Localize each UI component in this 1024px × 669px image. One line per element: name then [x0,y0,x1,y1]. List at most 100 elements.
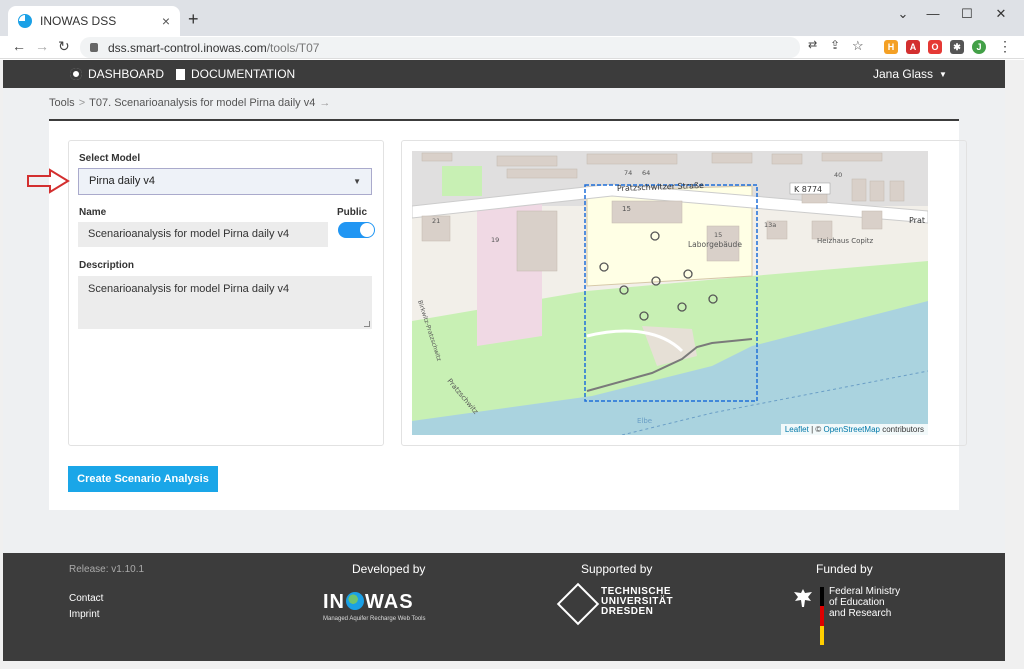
bmbf-line-1: Federal Ministry [829,586,901,597]
map-attribution: Leaflet | © OpenStreetMap contributors [780,424,928,435]
model-select[interactable]: Pirna daily v4 ▼ [78,168,372,195]
river-label-elbe: Elbe [637,417,652,425]
lock-icon [90,43,98,52]
contact-link[interactable]: Contact [69,593,103,604]
app-navbar: DASHBOARD DOCUMENTATION Jana Glass ▼ [3,60,1005,88]
leaflet-link[interactable]: Leaflet [785,425,809,434]
breadcrumb-separator-icon: > [78,97,86,109]
imprint-link[interactable]: Imprint [69,609,100,620]
forward-arrow-icon[interactable]: → [35,38,49,54]
caret-down-icon: ▼ [939,69,947,79]
nav-dashboard-label: DASHBOARD [88,67,165,81]
attribution-rest: contributors [879,425,924,434]
footer: Release: v1.10.1 Contact Imprint Develop… [3,553,1005,661]
house-number: 15 [622,205,631,213]
window-frame-left [0,60,3,669]
breadcrumb-arrow-icon: → [319,97,331,109]
public-toggle[interactable] [338,222,375,238]
tu-dresden-logo-text: TECHNISCHE UNIVERSITÄT DRESDEN [601,587,673,617]
globe-icon [346,592,364,610]
resize-handle-icon[interactable] [364,321,370,327]
public-label: Public [337,207,368,218]
url-field[interactable]: dss.smart-control.inowas.com/tools/T07 [80,37,800,58]
window-frame-right [1005,60,1024,669]
page-content: Tools > T07. Scenarioanalysis for model Pi… [3,88,1005,553]
building-label-heizhaus: Heizhaus Copitz [817,237,874,245]
map-panel: Pratzschwitzer Straße K 8774 Prat Birkwi… [401,140,967,446]
maximize-button[interactable]: ☐ [952,6,982,22]
gears-icon [70,68,82,80]
osm-link[interactable]: OpenStreetMap [823,425,879,434]
tu-dresden-logo-icon [556,582,600,626]
tab-search-chevron-icon[interactable]: ⌄ [888,6,918,22]
osm-map[interactable]: Pratzschwitzer Straße K 8774 Prat Birkwi… [412,151,928,435]
translate-icon[interactable]: ⇄ [808,38,817,51]
tab-inowas[interactable]: INOWAS DSS × [8,6,180,36]
attribution-separator: | © [808,425,824,434]
new-tab-button[interactable]: + [188,9,199,30]
url-host: dss.smart-control.inowas.com [108,40,267,55]
map-svg: Pratzschwitzer Straße K 8774 Prat Birkwi… [412,151,928,435]
select-model-label: Select Model [79,153,141,164]
reload-icon[interactable]: ↻ [58,38,70,55]
breadcrumb: Tools > T07. Scenarioanalysis for model Pi… [49,97,334,109]
address-bar-row: ← → ↻ dss.smart-control.inowas.com/tools… [0,36,1024,59]
document-icon [176,68,185,80]
minimize-button[interactable]: — [918,6,948,21]
house-number: 21 [432,217,440,225]
house-number: 19 [491,236,499,244]
inowas-tagline: Managed Aquifer Recharge Web Tools [323,616,426,622]
house-number: 13a [764,221,776,229]
house-number: 74 [624,169,632,177]
back-arrow-icon[interactable]: ← [12,38,26,54]
selected-model-value: Pirna daily v4 [89,175,156,187]
building-label-laborgebaeude: Laborgebäude [688,240,742,249]
nav-documentation-label: DOCUMENTATION [191,67,296,81]
hive-extension-icon[interactable]: H [884,40,898,54]
name-input[interactable]: Scenarioanalysis for model Pirna daily v… [78,222,328,247]
funded-by-heading: Funded by [816,562,873,576]
inowas-favicon-icon [18,14,32,28]
bmbf-line-2: of Education [829,597,885,608]
browser-menu-icon[interactable]: ⋮ [998,38,1012,55]
house-number: 40 [834,171,842,179]
window-frame-bottom [0,661,1024,669]
street-label-prat: Prat [909,216,925,225]
street-label-k8774: K 8774 [794,185,822,194]
toggle-knob [360,223,374,237]
nav-dashboard[interactable]: DASHBOARD [70,67,164,81]
close-window-button[interactable]: ✕ [986,6,1016,22]
bmbf-line-3: and Research [829,608,892,619]
tool-card: Select Model Pirna daily v4 ▼ Name Scena… [49,119,967,510]
bookmark-star-icon[interactable]: ☆ [852,38,864,54]
browser-window: INOWAS DSS × + ⌄ — ☐ ✕ ← → ↻ dss.smart-c… [0,0,1024,669]
bmbf-logo-text: Federal Ministry of Education and Resear… [829,586,900,619]
share-icon[interactable]: ⇪ [830,38,840,52]
close-tab-icon[interactable]: × [162,13,170,29]
user-menu[interactable]: Jana Glass ▼ [873,67,947,81]
small-park [442,166,482,196]
description-value: Scenarioanalysis for model Pirna daily v… [88,283,290,295]
description-label: Description [79,260,135,271]
german-flag-bar-icon [820,587,824,645]
opera-extension-icon[interactable]: O [928,40,942,54]
inowas-logo-left: IN [323,591,345,613]
house-number: 15 [714,231,722,239]
house-number: 64 [642,169,650,177]
url-path: /tools/T07 [266,40,320,55]
tab-title: INOWAS DSS [40,14,117,28]
inowas-logo: IN WAS [323,591,414,614]
model-form-panel: Select Model Pirna daily v4 ▼ Name Scena… [68,140,384,446]
breadcrumb-tools[interactable]: Tools [49,97,75,109]
user-name: Jana Glass [873,67,934,81]
dropdown-arrow-icon: ▼ [353,177,361,186]
nav-documentation[interactable]: DOCUMENTATION [176,67,295,81]
description-textarea[interactable]: Scenarioanalysis for model Pirna daily v… [78,276,372,329]
puzzle-extension-icon[interactable]: ✱ [950,40,964,54]
supported-by-heading: Supported by [581,562,653,576]
create-scenario-analysis-button[interactable]: Create Scenario Analysis [68,466,218,492]
tab-bar: INOWAS DSS × + ⌄ — ☐ ✕ [0,0,1024,36]
pdf-extension-icon[interactable]: A [906,40,920,54]
name-label: Name [79,207,107,218]
profile-avatar-icon[interactable]: J [972,40,986,54]
